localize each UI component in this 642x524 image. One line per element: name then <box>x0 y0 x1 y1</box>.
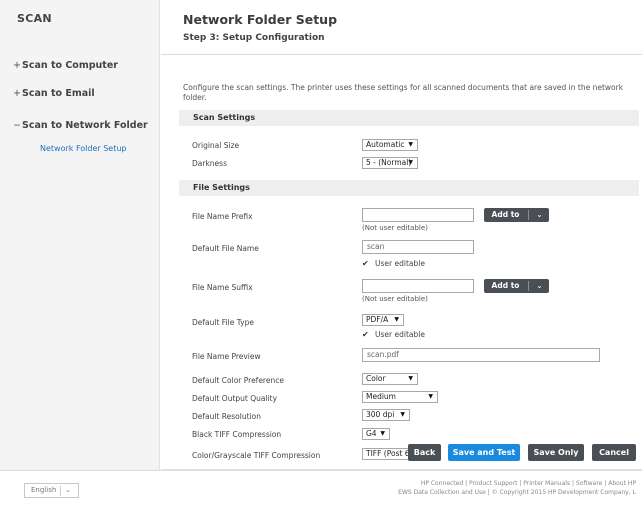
select-value: PDF/A <box>366 315 389 324</box>
sidebar-item-scan-to-computer[interactable]: +Scan to Computer <box>13 60 118 71</box>
expand-icon: + <box>13 88 21 99</box>
default-resolution-label: Default Resolution <box>192 412 261 421</box>
file-name-prefix-input[interactable] <box>362 208 474 222</box>
prefix-add-to-group: Add to ⌄ <box>484 208 549 222</box>
suffix-add-to-group: Add to ⌄ <box>484 279 549 293</box>
file-name-preview-field: scan.pdf <box>362 348 600 362</box>
file-name-preview-label: File Name Preview <box>192 352 261 361</box>
sidebar-subitem-network-folder-setup[interactable]: Network Folder Setup <box>40 144 127 153</box>
dropdown-arrow-icon: ▼ <box>400 411 405 418</box>
language-select[interactable]: English ⌄ <box>24 483 79 498</box>
chevron-down-icon: ⌄ <box>65 486 71 494</box>
default-color-preference-select[interactable]: Color ▼ <box>362 373 418 385</box>
section-heading: File Settings <box>193 183 250 192</box>
page-title: Network Folder Setup <box>183 12 338 27</box>
file-name-suffix-input[interactable] <box>362 279 474 293</box>
footer-divider <box>0 470 642 471</box>
default-output-quality-select[interactable]: Medium ▼ <box>362 391 438 403</box>
footer-link-about-hp[interactable]: About HP <box>608 480 636 487</box>
dropdown-arrow-icon: ▼ <box>394 316 399 323</box>
select-value: 300 dpi <box>366 410 395 419</box>
file-settings-section: File Settings <box>179 180 639 196</box>
footer-link-product-support[interactable]: Product Support <box>469 480 517 487</box>
darkness-select[interactable]: 5 - (Normal) ▼ <box>362 157 418 169</box>
checkmark-icon: ✔ <box>362 259 369 268</box>
suffix-add-to-dropdown-icon[interactable]: ⌄ <box>530 279 549 293</box>
checkbox-label: User editable <box>375 330 425 339</box>
default-file-type-select[interactable]: PDF/A ▼ <box>362 314 404 326</box>
scan-settings-section: Scan Settings <box>179 110 639 126</box>
black-tiff-compression-label: Black TIFF Compression <box>192 430 282 439</box>
select-value: Color <box>366 374 386 383</box>
header-divider <box>161 54 642 55</box>
dropdown-arrow-icon: ▼ <box>380 430 385 437</box>
sidebar-item-label: Scan to Email <box>22 88 95 99</box>
prefix-add-to-button[interactable]: Add to <box>484 208 527 222</box>
default-file-name-input[interactable]: scan <box>362 240 474 254</box>
sidebar-title: SCAN <box>17 12 52 25</box>
sidebar-item-label: Scan to Network Folder <box>22 120 148 131</box>
dropdown-arrow-icon: ▼ <box>408 141 413 148</box>
footer-link-software[interactable]: Software <box>576 480 602 487</box>
button-divider <box>528 281 529 291</box>
footer-links: HP Connected | Product Support | Printer… <box>420 480 636 487</box>
color-grayscale-tiff-compression-label: Color/Grayscale TIFF Compression <box>192 451 321 460</box>
dropdown-arrow-icon: ▼ <box>428 393 433 400</box>
footer-link-printer-manuals[interactable]: Printer Manuals <box>523 480 570 487</box>
sidebar: SCAN +Scan to Computer +Scan to Email −S… <box>0 0 160 470</box>
default-resolution-select[interactable]: 300 dpi ▼ <box>362 409 410 421</box>
default-name-user-editable-checkbox[interactable]: ✔ User editable <box>362 259 425 268</box>
section-heading: Scan Settings <box>193 113 256 122</box>
default-output-quality-label: Default Output Quality <box>192 394 278 403</box>
intro-text: Configure the scan settings. The printer… <box>183 83 624 102</box>
select-divider <box>60 486 61 496</box>
language-value: English <box>31 486 57 494</box>
footer-copyright: EWS Data Collection and Use | © Copyrigh… <box>398 489 636 496</box>
select-value: Medium <box>366 392 396 401</box>
collapse-icon: − <box>13 120 21 131</box>
dropdown-arrow-icon: ▼ <box>408 159 413 166</box>
expand-icon: + <box>13 60 21 71</box>
checkbox-label: User editable <box>375 259 425 268</box>
file-name-suffix-label: File Name Suffix <box>192 283 253 292</box>
select-value: 5 - (Normal) <box>366 158 412 167</box>
save-and-test-button[interactable]: Save and Test <box>448 444 520 461</box>
sidebar-item-scan-to-email[interactable]: +Scan to Email <box>13 88 95 99</box>
suffix-not-editable-note: (Not user editable) <box>362 295 428 303</box>
default-color-preference-label: Default Color Preference <box>192 376 284 385</box>
file-type-user-editable-checkbox[interactable]: ✔ User editable <box>362 330 425 339</box>
select-value: G4 <box>366 429 377 438</box>
original-size-select[interactable]: Automatic ▼ <box>362 139 418 151</box>
black-tiff-compression-select[interactable]: G4 ▼ <box>362 428 390 440</box>
file-name-prefix-label: File Name Prefix <box>192 212 253 221</box>
page-step-title: Step 3: Setup Configuration <box>183 33 325 43</box>
prefix-add-to-dropdown-icon[interactable]: ⌄ <box>530 208 549 222</box>
suffix-add-to-button[interactable]: Add to <box>484 279 527 293</box>
dropdown-arrow-icon: ▼ <box>408 375 413 382</box>
prefix-not-editable-note: (Not user editable) <box>362 224 428 232</box>
select-value: Automatic <box>366 140 405 149</box>
save-only-button[interactable]: Save Only <box>528 444 584 461</box>
sidebar-item-label: Scan to Computer <box>22 60 118 71</box>
button-divider <box>528 210 529 220</box>
darkness-label: Darkness <box>192 159 227 168</box>
default-file-type-label: Default File Type <box>192 318 254 327</box>
original-size-label: Original Size <box>192 141 240 150</box>
sidebar-item-scan-to-network-folder[interactable]: −Scan to Network Folder <box>13 120 148 131</box>
back-button[interactable]: Back <box>408 444 441 461</box>
footer-link-hp-connected[interactable]: HP Connected <box>421 480 463 487</box>
default-file-name-label: Default File Name <box>192 244 259 253</box>
cancel-button[interactable]: Cancel <box>592 444 636 461</box>
checkmark-icon: ✔ <box>362 330 369 339</box>
